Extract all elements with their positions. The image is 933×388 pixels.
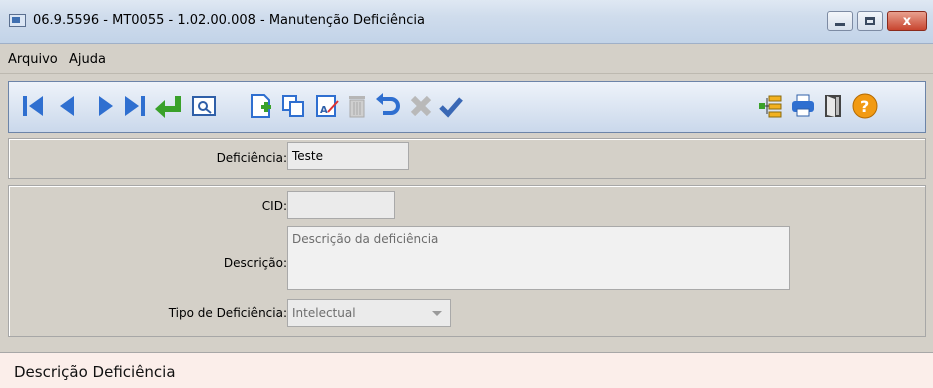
chevron-down-icon <box>432 311 442 316</box>
cid-label: CID: <box>261 199 287 213</box>
search-button[interactable] <box>190 91 218 121</box>
menu-arquivo[interactable]: Arquivo <box>8 52 58 67</box>
new-document-icon <box>251 94 271 118</box>
first-record-button[interactable] <box>19 91 47 121</box>
descricao-label: Descrição: <box>223 256 287 270</box>
minimize-button[interactable] <box>827 11 853 31</box>
copy-button[interactable] <box>279 91 307 121</box>
return-arrow-icon <box>155 96 181 118</box>
printer-icon <box>792 94 814 117</box>
tipo-deficiencia-select[interactable]: Intelectual <box>287 299 451 327</box>
tipo-deficiencia-value: Intelectual <box>292 306 356 320</box>
search-icon <box>192 96 216 116</box>
tree-view-button[interactable] <box>757 91 785 121</box>
last-record-button[interactable] <box>121 91 149 121</box>
menu-ajuda[interactable]: Ajuda <box>69 52 106 67</box>
last-record-icon <box>125 96 145 116</box>
checkmark-icon <box>439 97 463 118</box>
previous-record-icon <box>60 96 74 116</box>
window-title: 06.9.5596 - MT0055 - 1.02.00.008 - Manut… <box>33 13 425 28</box>
confirm-button[interactable] <box>437 91 465 121</box>
app-icon <box>9 14 26 27</box>
svg-text:A: A <box>320 105 328 116</box>
deficiencia-field[interactable]: Teste <box>287 142 409 170</box>
menu-bar: Arquivo Ajuda <box>0 44 933 74</box>
edit-icon: A <box>316 95 339 117</box>
header-panel: Deficiência: Teste <box>8 138 926 179</box>
tree-view-icon <box>759 95 782 118</box>
maximize-icon <box>865 17 875 25</box>
help-icon: ? <box>852 93 878 119</box>
undo-icon <box>376 93 400 115</box>
edit-button[interactable]: A <box>313 91 341 121</box>
delete-button[interactable] <box>343 91 371 121</box>
exit-door-icon <box>825 95 841 117</box>
cid-field[interactable] <box>287 191 395 219</box>
status-bar: Descrição Deficiência <box>0 352 933 388</box>
svg-text:?: ? <box>860 97 869 116</box>
cancel-icon <box>410 95 432 117</box>
maximize-button[interactable] <box>857 11 883 31</box>
title-bar: 06.9.5596 - MT0055 - 1.02.00.008 - Manut… <box>0 0 933 44</box>
details-panel: CID: Descrição: Descrição da deficiência… <box>8 185 926 337</box>
minimize-icon <box>835 22 845 26</box>
close-icon: x <box>902 13 912 29</box>
help-button[interactable]: ? <box>851 91 879 121</box>
next-record-button[interactable] <box>91 91 119 121</box>
toolbar: A ? <box>8 81 926 133</box>
status-text: Descrição Deficiência <box>14 363 176 381</box>
cancel-button[interactable] <box>407 91 435 121</box>
trash-icon <box>349 96 365 118</box>
deficiencia-label: Deficiência: <box>216 151 287 165</box>
tipo-deficiencia-label: Tipo de Deficiência: <box>168 306 287 320</box>
descricao-textarea[interactable]: Descrição da deficiência <box>287 226 790 290</box>
exit-button[interactable] <box>819 91 847 121</box>
copy-icon <box>282 95 304 117</box>
print-button[interactable] <box>789 91 817 121</box>
previous-record-button[interactable] <box>54 91 82 121</box>
next-record-icon <box>99 96 113 116</box>
new-button[interactable] <box>247 91 275 121</box>
first-record-icon <box>23 96 43 116</box>
undo-button[interactable] <box>373 91 403 121</box>
close-button[interactable]: x <box>887 11 927 31</box>
go-to-button[interactable] <box>153 91 185 121</box>
